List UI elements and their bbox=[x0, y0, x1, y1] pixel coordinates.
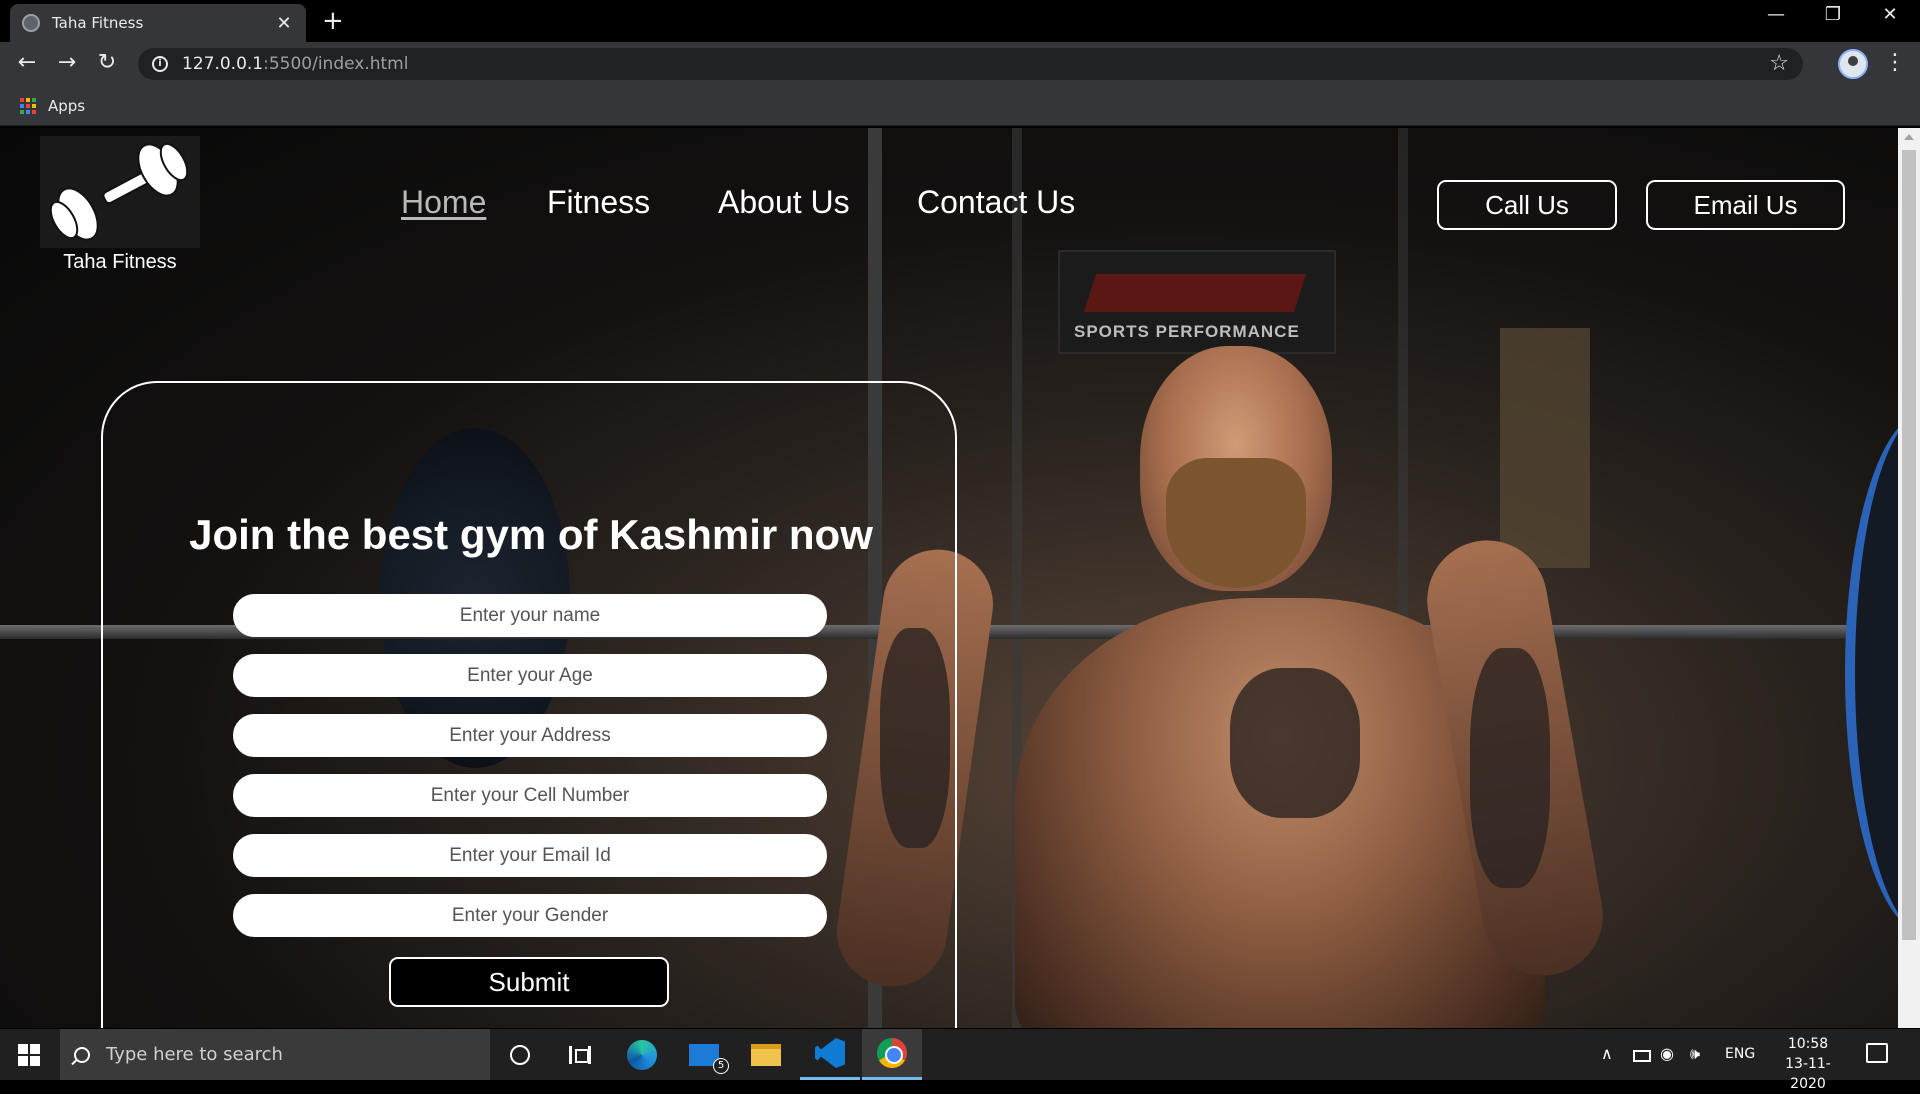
windows-start-icon[interactable] bbox=[18, 1044, 40, 1066]
notifications-icon[interactable] bbox=[1866, 1043, 1888, 1063]
page-scrollbar[interactable] bbox=[1898, 128, 1920, 1028]
task-view-icon bbox=[569, 1045, 591, 1064]
nav-contact-us[interactable]: Contact Us bbox=[917, 184, 1075, 221]
edge-app[interactable] bbox=[612, 1029, 672, 1080]
clock-date: 13-11-2020 bbox=[1785, 1056, 1831, 1092]
chrome-app[interactable] bbox=[862, 1029, 922, 1080]
brand-name: Taha Fitness bbox=[63, 251, 177, 273]
site-logo[interactable] bbox=[40, 136, 200, 248]
cortana-button[interactable] bbox=[490, 1029, 550, 1080]
mail-icon: 5 bbox=[689, 1043, 729, 1074]
close-tab-icon[interactable]: ✕ bbox=[274, 13, 294, 34]
gym-boxes bbox=[1500, 328, 1590, 568]
language-indicator[interactable]: ENG bbox=[1725, 1046, 1755, 1062]
tattoo bbox=[1470, 648, 1550, 888]
name-input[interactable] bbox=[233, 594, 827, 637]
network-icon[interactable]: ◉ bbox=[1660, 1044, 1674, 1063]
apps-bookmark[interactable]: Apps bbox=[48, 97, 85, 115]
browser-tab[interactable]: Taha Fitness ✕ bbox=[10, 4, 306, 42]
vscode-app[interactable] bbox=[800, 1029, 860, 1080]
new-tab-button[interactable]: + bbox=[322, 6, 344, 36]
window-close-button[interactable]: ✕ bbox=[1870, 4, 1910, 25]
address-bar: ← → ↻ i 127.0.0.1:5500/index.html ☆ ⋮ bbox=[0, 42, 1920, 86]
address-input[interactable] bbox=[233, 714, 827, 757]
gym-sign-logo bbox=[1083, 274, 1307, 312]
browser-tab-bar: Taha Fitness ✕ + — ❐ ✕ bbox=[0, 0, 1920, 42]
file-explorer-app[interactable] bbox=[736, 1029, 796, 1080]
apps-grid-icon[interactable] bbox=[20, 97, 36, 114]
edge-icon bbox=[627, 1039, 657, 1070]
scroll-thumb[interactable] bbox=[1902, 150, 1916, 940]
email-us-button[interactable]: Email Us bbox=[1646, 180, 1845, 230]
minimize-button[interactable]: — bbox=[1756, 4, 1796, 25]
battery-icon[interactable] bbox=[1633, 1050, 1651, 1062]
browser-menu-icon[interactable]: ⋮ bbox=[1884, 50, 1906, 75]
chrome-icon bbox=[877, 1038, 907, 1068]
gym-sign-text: SPORTS PERFORMANCE bbox=[1074, 322, 1300, 341]
call-us-button[interactable]: Call Us bbox=[1437, 180, 1617, 230]
info-icon[interactable]: i bbox=[152, 56, 168, 72]
task-view-button[interactable] bbox=[550, 1029, 610, 1080]
cell-number-input[interactable] bbox=[233, 774, 827, 817]
cortana-icon bbox=[510, 1044, 530, 1065]
tab-title: Taha Fitness bbox=[52, 14, 144, 32]
tray-overflow-icon[interactable]: ∧ bbox=[1601, 1044, 1613, 1063]
volume-icon[interactable]: 🕪 bbox=[1690, 1044, 1700, 1064]
back-icon[interactable]: ← bbox=[12, 50, 42, 75]
tattoo bbox=[1230, 668, 1360, 818]
bookmarks-bar: Apps bbox=[0, 86, 1920, 126]
page-content: SPORTS PERFORMANCE Taha Fitness Home Fit… bbox=[0, 128, 1898, 1028]
globe-icon bbox=[22, 14, 40, 32]
gender-input[interactable] bbox=[233, 894, 827, 937]
clock[interactable]: 10:58 13-11-2020 bbox=[1768, 1034, 1848, 1094]
windows-taskbar: Type here to search 5 ∧ ◉ 🕪 ENG 10:58 13… bbox=[0, 1029, 1920, 1092]
vscode-icon bbox=[815, 1038, 845, 1068]
clock-time: 10:58 bbox=[1787, 1036, 1829, 1052]
submit-button[interactable]: Submit bbox=[389, 957, 669, 1007]
weight-plate-right bbox=[1845, 413, 1898, 933]
url-field[interactable]: i 127.0.0.1:5500/index.html ☆ bbox=[138, 48, 1803, 80]
gym-sign: SPORTS PERFORMANCE bbox=[1058, 250, 1336, 354]
forward-icon[interactable]: → bbox=[52, 50, 82, 75]
mail-app[interactable]: 5 bbox=[674, 1029, 734, 1080]
search-icon bbox=[74, 1046, 90, 1063]
folder-icon bbox=[751, 1043, 781, 1066]
reload-icon[interactable]: ↻ bbox=[92, 50, 122, 75]
taskbar-search[interactable]: Type here to search bbox=[60, 1029, 490, 1080]
profile-avatar[interactable] bbox=[1838, 49, 1868, 79]
mail-badge: 5 bbox=[713, 1057, 729, 1074]
bookmark-star-icon[interactable]: ☆ bbox=[1769, 51, 1789, 76]
scroll-up-icon[interactable] bbox=[1904, 134, 1914, 140]
age-input[interactable] bbox=[233, 654, 827, 697]
dumbbell-icon bbox=[49, 142, 189, 241]
restore-button[interactable]: ❐ bbox=[1813, 4, 1853, 25]
join-form: Join the best gym of Kashmir now Submit bbox=[101, 381, 957, 1028]
url-path: :5500/index.html bbox=[263, 54, 409, 74]
nav-about-us[interactable]: About Us bbox=[718, 184, 850, 221]
athlete-beard bbox=[1166, 458, 1306, 588]
nav-fitness[interactable]: Fitness bbox=[547, 184, 650, 221]
email-input[interactable] bbox=[233, 834, 827, 877]
nav-home[interactable]: Home bbox=[401, 184, 486, 221]
url-host: 127.0.0.1 bbox=[182, 54, 264, 74]
search-placeholder: Type here to search bbox=[106, 1044, 283, 1065]
form-title: Join the best gym of Kashmir now bbox=[189, 511, 873, 558]
